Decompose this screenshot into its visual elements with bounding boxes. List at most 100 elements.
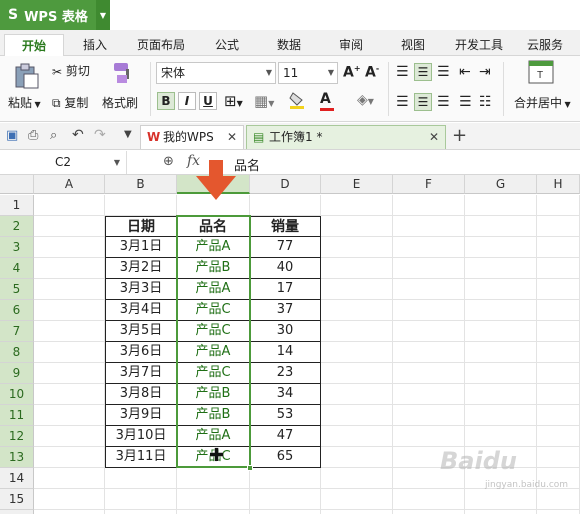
cell-g5[interactable] — [465, 279, 537, 300]
row-header-1[interactable]: 1 — [0, 195, 34, 216]
tab-review[interactable]: 审阅 — [326, 34, 376, 56]
cell-e8[interactable] — [321, 342, 393, 363]
cell-e5[interactable] — [321, 279, 393, 300]
cell-d1[interactable] — [250, 195, 321, 216]
cell-a5[interactable] — [34, 279, 105, 300]
format-painter-icon[interactable] — [110, 60, 138, 88]
distributed-align-icon[interactable]: ☷ — [479, 94, 492, 110]
select-all-corner[interactable] — [0, 175, 34, 194]
cell-c7[interactable]: 产品C — [177, 321, 250, 342]
clipboard-icon[interactable] — [12, 62, 42, 92]
cell-a11[interactable] — [34, 405, 105, 426]
cell-f8[interactable] — [393, 342, 465, 363]
save-icon[interactable]: ▣ — [6, 128, 18, 143]
cell-e4[interactable] — [321, 258, 393, 279]
cell-h10[interactable] — [537, 384, 580, 405]
column-header-a[interactable]: A — [34, 175, 105, 194]
close-icon[interactable]: ✕ — [227, 126, 237, 148]
cell-c5[interactable]: 产品A — [177, 279, 250, 300]
print-preview-icon[interactable]: ⌕ — [50, 128, 57, 143]
name-box[interactable]: C2 ▼ — [0, 151, 127, 174]
cell-a13[interactable] — [34, 447, 105, 468]
cell-b4[interactable]: 3月2日 — [105, 258, 177, 279]
cell-b5[interactable]: 3月3日 — [105, 279, 177, 300]
font-color-icon[interactable]: A — [320, 91, 342, 111]
row-header-13[interactable]: 13 — [0, 447, 34, 468]
cell-e9[interactable] — [321, 363, 393, 384]
cell-g16[interactable] — [465, 510, 537, 514]
tab-formulas[interactable]: 公式 — [202, 34, 252, 56]
paste-button[interactable]: 粘贴 ▼ — [8, 94, 41, 111]
cell-a14[interactable] — [34, 468, 105, 489]
cell-h5[interactable] — [537, 279, 580, 300]
doc-tab-workbook[interactable]: ▤ 工作簿1 * ✕ — [246, 125, 446, 149]
cell-d6[interactable]: 37 — [250, 300, 321, 321]
cell-e10[interactable] — [321, 384, 393, 405]
merge-center-button[interactable]: 合并居中 ▼ — [514, 94, 571, 111]
cell-f4[interactable] — [393, 258, 465, 279]
cell-g2[interactable] — [465, 216, 537, 237]
cell-b12[interactable]: 3月10日 — [105, 426, 177, 447]
cell-h9[interactable] — [537, 363, 580, 384]
row-header-4[interactable]: 4 — [0, 258, 34, 279]
row-header-11[interactable]: 11 — [0, 405, 34, 426]
cell-c9[interactable]: 产品C — [177, 363, 250, 384]
cell-b8[interactable]: 3月6日 — [105, 342, 177, 363]
cell-f1[interactable] — [393, 195, 465, 216]
row-header-2[interactable]: 2 — [0, 216, 34, 237]
cell-a12[interactable] — [34, 426, 105, 447]
row-header-10[interactable]: 10 — [0, 384, 34, 405]
cell-h7[interactable] — [537, 321, 580, 342]
cell-f11[interactable] — [393, 405, 465, 426]
cell-h3[interactable] — [537, 237, 580, 258]
align-top-icon[interactable]: ☰ — [396, 64, 409, 80]
copy-button[interactable]: ⧉ 复制 — [52, 94, 88, 111]
cell-d4[interactable]: 40 — [250, 258, 321, 279]
cell-d11[interactable]: 53 — [250, 405, 321, 426]
row-header-15[interactable]: 15 — [0, 489, 34, 510]
row-header-14[interactable]: 14 — [0, 468, 34, 489]
cell-a8[interactable] — [34, 342, 105, 363]
cell-e11[interactable] — [321, 405, 393, 426]
sheet-grid[interactable]: ABCDEFGH12日期品名销量33月1日产品A7743月2日产品B4053月3… — [0, 175, 580, 514]
underline-button[interactable]: U — [199, 92, 217, 110]
cell-g12[interactable] — [465, 426, 537, 447]
row-header-5[interactable]: 5 — [0, 279, 34, 300]
row-header-12[interactable]: 12 — [0, 426, 34, 447]
cell-c10[interactable]: 产品B — [177, 384, 250, 405]
borders-icon[interactable]: ⊞▼ — [224, 92, 243, 110]
cut-button[interactable]: ✂ 剪切 — [52, 62, 90, 79]
cell-h15[interactable] — [537, 489, 580, 510]
italic-button[interactable]: I — [178, 92, 196, 110]
cell-d12[interactable]: 47 — [250, 426, 321, 447]
cell-d5[interactable]: 17 — [250, 279, 321, 300]
row-header-16[interactable]: 16 — [0, 510, 34, 514]
cell-b10[interactable]: 3月8日 — [105, 384, 177, 405]
cell-a9[interactable] — [34, 363, 105, 384]
cell-h4[interactable] — [537, 258, 580, 279]
font-name-select[interactable]: 宋体 ▼ — [156, 62, 276, 84]
cell-c8[interactable]: 产品A — [177, 342, 250, 363]
row-header-7[interactable]: 7 — [0, 321, 34, 342]
cell-h11[interactable] — [537, 405, 580, 426]
column-header-h[interactable]: H — [537, 175, 580, 194]
print-icon[interactable]: ⎙ — [28, 128, 38, 143]
cell-f7[interactable] — [393, 321, 465, 342]
cell-a15[interactable] — [34, 489, 105, 510]
cell-f12[interactable] — [393, 426, 465, 447]
cell-c6[interactable]: 产品C — [177, 300, 250, 321]
cell-e7[interactable] — [321, 321, 393, 342]
align-left-icon[interactable]: ☰ — [396, 94, 409, 110]
cell-f15[interactable] — [393, 489, 465, 510]
customize-toolbar-icon[interactable]: ▼ — [124, 129, 132, 140]
cell-b13[interactable]: 3月11日 — [105, 447, 177, 468]
cell-g10[interactable] — [465, 384, 537, 405]
tab-cloud-service[interactable]: 云服务 — [518, 34, 572, 56]
cell-g6[interactable] — [465, 300, 537, 321]
cell-f16[interactable] — [393, 510, 465, 514]
cell-e6[interactable] — [321, 300, 393, 321]
cell-h8[interactable] — [537, 342, 580, 363]
cell-g4[interactable] — [465, 258, 537, 279]
cell-c11[interactable]: 产品B — [177, 405, 250, 426]
clear-format-icon[interactable]: ◈▼ — [357, 92, 374, 108]
